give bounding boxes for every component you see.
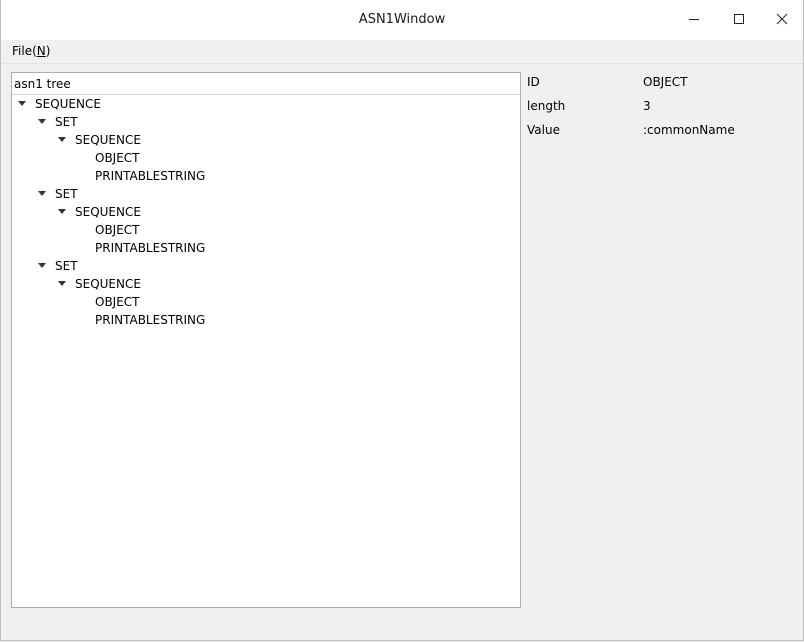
tree-item[interactable]: OBJECT bbox=[12, 149, 520, 167]
property-key: Value bbox=[527, 123, 560, 137]
tree-item-label: SET bbox=[55, 187, 78, 201]
close-icon bbox=[776, 13, 788, 25]
tree-item[interactable]: OBJECT bbox=[12, 221, 520, 239]
minimize-icon bbox=[689, 19, 699, 20]
main-window: ASN1Window File(N) asn1 tree SEQUENCE SET… bbox=[0, 0, 804, 641]
tree-item[interactable]: SEQUENCE bbox=[12, 275, 520, 293]
property-value: 3 bbox=[643, 99, 651, 113]
property-key: ID bbox=[527, 75, 540, 89]
asn1-tree-view[interactable]: asn1 tree SEQUENCE SET SEQUENCE OBJECT PRINT… bbox=[11, 72, 521, 608]
tree-item-label: SEQUENCE bbox=[75, 205, 141, 219]
property-value: :commonName bbox=[643, 123, 735, 137]
chevron-down-icon[interactable] bbox=[38, 263, 46, 268]
maximize-icon bbox=[734, 14, 744, 24]
tree-item[interactable]: SET bbox=[12, 185, 520, 203]
tree-header[interactable]: asn1 tree bbox=[12, 73, 520, 95]
property-row: length 3 bbox=[527, 96, 797, 116]
tree-item[interactable]: SET bbox=[12, 257, 520, 275]
tree-item[interactable]: SEQUENCE bbox=[12, 131, 520, 149]
tree-item-label: SEQUENCE bbox=[35, 97, 101, 111]
tree-item-label: SET bbox=[55, 115, 78, 129]
tree-item-label: SET bbox=[55, 259, 78, 273]
title-bar[interactable]: ASN1Window bbox=[1, 0, 803, 40]
close-button[interactable] bbox=[759, 0, 804, 38]
tree-body: SEQUENCE SET SEQUENCE OBJECT PRINTABLESTRING… bbox=[12, 95, 520, 605]
tree-header-label: asn1 tree bbox=[14, 77, 71, 91]
menu-bar: File(N) bbox=[1, 40, 803, 64]
property-value: OBJECT bbox=[643, 75, 688, 89]
chevron-down-icon[interactable] bbox=[38, 191, 46, 196]
tree-item[interactable]: PRINTABLESTRING bbox=[12, 167, 520, 185]
tree-item[interactable]: SEQUENCE bbox=[12, 203, 520, 221]
tree-item-label: OBJECT bbox=[95, 295, 140, 309]
tree-item-label: OBJECT bbox=[95, 151, 140, 165]
tree-item[interactable]: PRINTABLESTRING bbox=[12, 239, 520, 257]
tree-item[interactable]: PRINTABLESTRING bbox=[12, 311, 520, 329]
tree-item-label: OBJECT bbox=[95, 223, 140, 237]
maximize-button[interactable] bbox=[716, 0, 762, 38]
tree-item-label: PRINTABLESTRING bbox=[95, 169, 206, 183]
property-key: length bbox=[527, 99, 566, 113]
chevron-down-icon[interactable] bbox=[58, 137, 66, 142]
menu-file-mnemonic: N bbox=[36, 44, 46, 58]
tree-item-label: PRINTABLESTRING bbox=[95, 241, 206, 255]
property-row: ID OBJECT bbox=[527, 72, 797, 92]
menu-file-prefix: File( bbox=[12, 44, 37, 58]
tree-item[interactable]: OBJECT bbox=[12, 293, 520, 311]
chevron-down-icon[interactable] bbox=[58, 209, 66, 214]
tree-item[interactable]: SET bbox=[12, 113, 520, 131]
chevron-down-icon[interactable] bbox=[18, 101, 26, 106]
tree-item-label: PRINTABLESTRING bbox=[95, 313, 206, 327]
tree-item[interactable]: SEQUENCE bbox=[12, 95, 520, 113]
chevron-down-icon[interactable] bbox=[38, 119, 46, 124]
menu-file[interactable]: File(N) bbox=[6, 42, 56, 61]
menu-file-suffix: ) bbox=[45, 44, 51, 58]
tree-item-label: SEQUENCE bbox=[75, 133, 141, 147]
tree-item-label: SEQUENCE bbox=[75, 277, 141, 291]
properties-panel: ID OBJECT length 3 Value :commonName bbox=[527, 72, 797, 152]
minimize-button[interactable] bbox=[671, 0, 717, 38]
chevron-down-icon[interactable] bbox=[58, 281, 66, 286]
property-row: Value :commonName bbox=[527, 120, 797, 140]
